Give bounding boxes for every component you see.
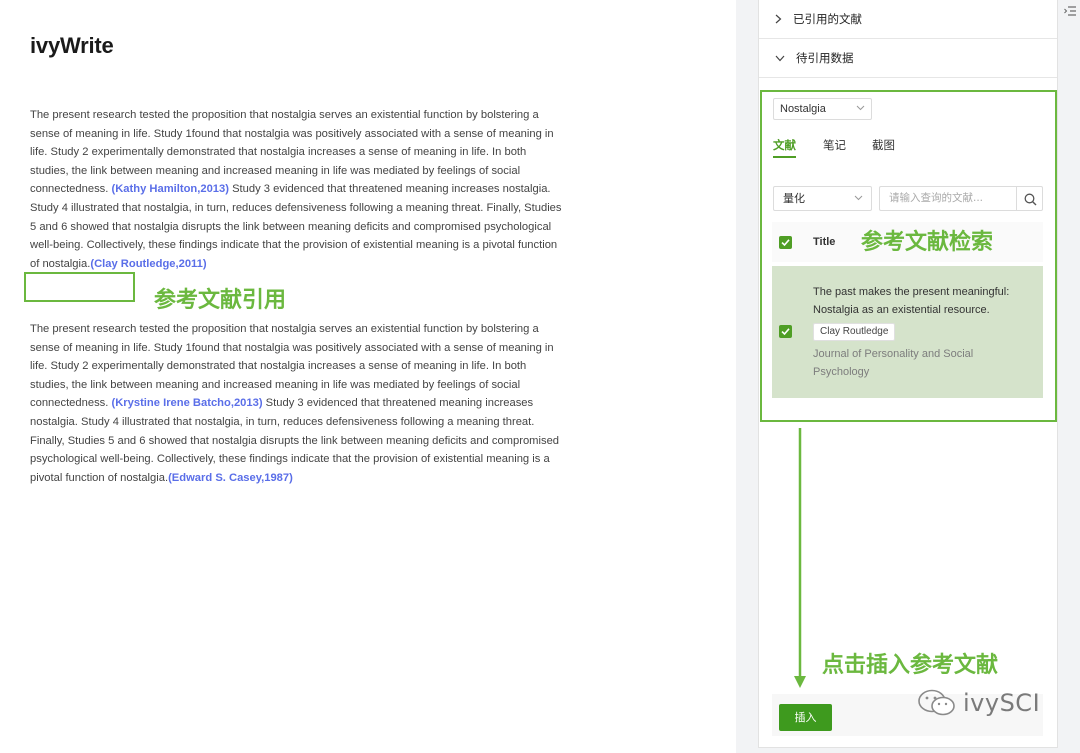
arrow-down-icon	[794, 428, 806, 688]
check-icon	[781, 239, 790, 247]
citation-link[interactable]: (Krystine Irene Batcho,2013)	[111, 397, 262, 409]
tab-screenshots[interactable]: 截图	[872, 137, 895, 153]
check-icon	[781, 328, 790, 336]
select-all-checkbox[interactable]	[779, 236, 792, 249]
search-button[interactable]	[1016, 186, 1043, 211]
library-select[interactable]: Nostalgia	[773, 98, 872, 120]
app-title: ivyWrite	[30, 33, 114, 58]
tab-literature[interactable]: 文献	[773, 137, 796, 153]
active-tab-indicator	[773, 156, 796, 158]
column-header-title: Title	[813, 236, 836, 248]
editor-paragraph[interactable]: The present research tested the proposit…	[30, 106, 562, 273]
citation-link[interactable]: (Kathy Hamilton,2013)	[111, 183, 229, 195]
citation-link[interactable]: (Clay Routledge,2011)	[90, 258, 206, 270]
search-icon	[1024, 193, 1037, 206]
result-checkbox[interactable]	[779, 325, 792, 338]
tab-notes[interactable]: 笔记	[823, 137, 846, 153]
wechat-icon	[918, 689, 955, 716]
chevron-down-icon	[856, 105, 865, 111]
search-type-value: 量化	[783, 192, 805, 205]
chevron-down-icon	[854, 195, 863, 201]
citation-link[interactable]: (Edward S. Casey,1987)	[168, 472, 293, 484]
pending-citations-section[interactable]: 待引用数据	[759, 39, 1057, 78]
cited-references-section[interactable]: 已引用的文献	[759, 0, 1057, 39]
outline-toggle-icon[interactable]	[1064, 5, 1076, 17]
result-journal: Journal of Personality and Social Psycho…	[813, 348, 974, 378]
watermark-text: ivySCI	[963, 689, 1041, 717]
annotation-citation-label: 参考文献引用	[154, 288, 287, 313]
annotation-insert-label: 点击插入参考文献	[822, 653, 999, 678]
library-select-value: Nostalgia	[780, 103, 826, 115]
editor-pane[interactable]: ivyWrite The present research tested the…	[0, 0, 736, 753]
search-input[interactable]: 请输入查询的文献...	[879, 186, 1017, 211]
chevron-right-icon	[775, 14, 782, 24]
result-title: The past makes the present meaningful: N…	[813, 286, 1010, 316]
citation-highlight-box	[24, 272, 135, 302]
search-type-select[interactable]: 量化	[773, 186, 872, 211]
author-tag: Clay Routledge	[813, 323, 896, 341]
section-label: 已引用的文献	[793, 12, 862, 26]
chevron-down-icon	[775, 55, 785, 61]
editor-paragraph[interactable]: The present research tested the proposit…	[30, 320, 562, 487]
watermark: ivySCI	[917, 689, 1040, 717]
annotation-search-label: 参考文献检索	[861, 230, 994, 255]
insert-button[interactable]: 插入	[779, 704, 832, 731]
section-label: 待引用数据	[796, 51, 854, 65]
paragraph-text: Study 3 evidenced that threatened meanin…	[30, 397, 560, 484]
